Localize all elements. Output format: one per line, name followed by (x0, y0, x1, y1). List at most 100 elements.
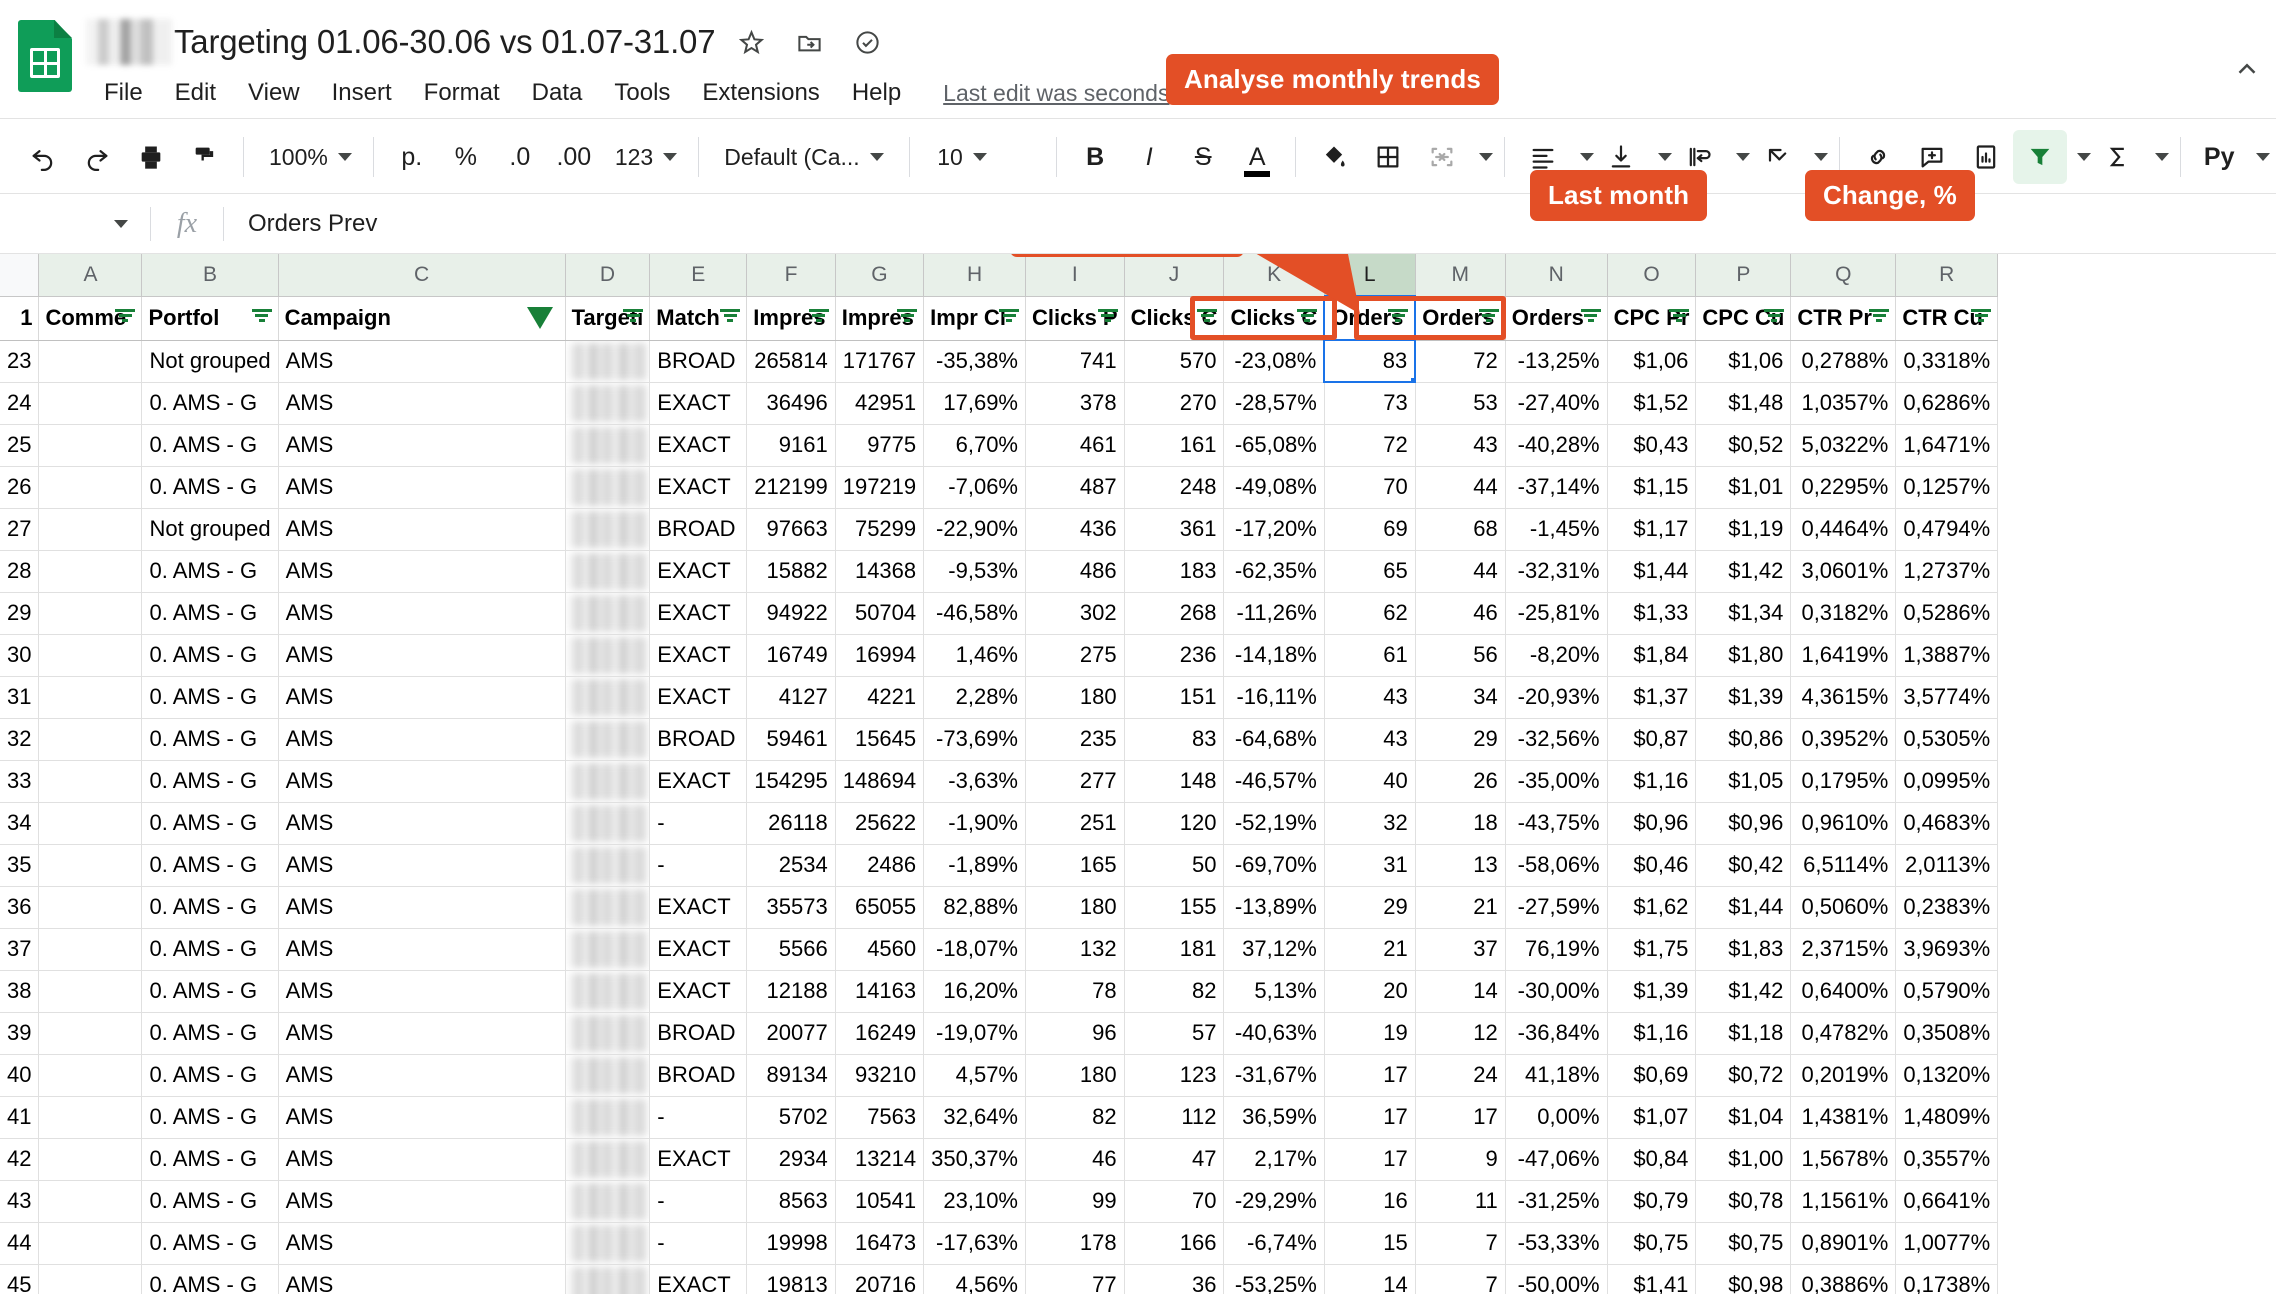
menu-help[interactable]: Help (836, 75, 917, 111)
cell-ctr-cur[interactable]: 0,5790% (1896, 970, 1998, 1012)
field-header-comments[interactable]: Commе (39, 296, 142, 340)
cell-match[interactable]: BROAD (650, 718, 747, 760)
cell-impr-change[interactable]: 4,57% (924, 1054, 1026, 1096)
chevron-down-icon[interactable] (1479, 153, 1493, 161)
filter-icon[interactable] (719, 309, 741, 327)
cell-impressions-cur[interactable]: 75299 (835, 508, 923, 550)
cell-impressions-cur[interactable]: 50704 (835, 592, 923, 634)
filter-icon[interactable] (1097, 309, 1119, 327)
cell-impr-change[interactable]: 350,37% (924, 1138, 1026, 1180)
cell-campaign-detail[interactable] (565, 1264, 650, 1294)
cell-orders-change[interactable]: -47,06% (1505, 1138, 1607, 1180)
cell-ctr-cur[interactable]: 0,6641% (1896, 1180, 1998, 1222)
menu-file[interactable]: File (88, 75, 159, 111)
cell-clicks-change[interactable]: -11,26% (1224, 592, 1324, 634)
cell-cpc-cur[interactable]: $1,83 (1696, 928, 1791, 970)
cell-orders-change[interactable]: -40,28% (1505, 424, 1607, 466)
cell-cpc-cur[interactable]: $1,39 (1696, 676, 1791, 718)
filter-icon[interactable] (114, 309, 136, 327)
cell-impressions-prev[interactable]: 89134 (747, 1054, 835, 1096)
cell-impressions-cur[interactable]: 13214 (835, 1138, 923, 1180)
cell-impressions-prev[interactable]: 19813 (747, 1264, 835, 1294)
cell-clicks-cur[interactable]: 57 (1124, 1012, 1224, 1054)
cell-impr-change[interactable]: 2,28% (924, 676, 1026, 718)
field-header-targeting[interactable]: Targeti (565, 296, 650, 340)
cell-campaign[interactable]: AMS (278, 1138, 565, 1180)
cell-comments[interactable] (39, 592, 142, 634)
cell-impressions-cur[interactable]: 10541 (835, 1180, 923, 1222)
field-header-portfolio[interactable]: Portfol (142, 296, 278, 340)
col-header-R[interactable]: R (1896, 254, 1998, 296)
field-header-impr-change[interactable]: Impr Cl (924, 296, 1026, 340)
cell-impressions-cur[interactable]: 14368 (835, 550, 923, 592)
cell-clicks-prev[interactable]: 436 (1026, 508, 1125, 550)
cell-ctr-cur[interactable]: 2,0113% (1896, 844, 1998, 886)
create-filter-icon[interactable] (2013, 130, 2067, 184)
cell-clicks-change[interactable]: -13,89% (1224, 886, 1324, 928)
cell-impr-change[interactable]: 17,69% (924, 382, 1026, 424)
table-row[interactable]: 310. AMS - GAMSEXACT412742212,28%180151-… (0, 676, 1998, 718)
cell-clicks-cur[interactable]: 270 (1124, 382, 1224, 424)
more-formats-button[interactable]: 123 (601, 130, 687, 184)
cell-impr-change[interactable]: 32,64% (924, 1096, 1026, 1138)
cell-comments[interactable] (39, 1264, 142, 1294)
cell-ctr-cur[interactable]: 1,6471% (1896, 424, 1998, 466)
col-header-F[interactable]: F (747, 254, 835, 296)
cell-comments[interactable] (39, 928, 142, 970)
row-header[interactable]: 26 (0, 466, 39, 508)
cell-campaign-detail[interactable] (565, 1054, 650, 1096)
cell-ctr-prev[interactable]: 1,1561% (1791, 1180, 1896, 1222)
cell-cpc-cur[interactable]: $0,86 (1696, 718, 1791, 760)
cell-clicks-prev[interactable]: 235 (1026, 718, 1125, 760)
cell-orders-cur[interactable]: 13 (1415, 844, 1505, 886)
cell-portfolio[interactable]: 0. AMS - G (142, 1180, 278, 1222)
cell-campaign[interactable]: AMS (278, 928, 565, 970)
row-header[interactable]: 31 (0, 676, 39, 718)
cell-campaign-detail[interactable] (565, 382, 650, 424)
cell-campaign-detail[interactable] (565, 1138, 650, 1180)
cell-campaign-detail[interactable] (565, 760, 650, 802)
cell-ctr-prev[interactable]: 0,5060% (1791, 886, 1896, 928)
cell-orders-change[interactable]: -35,00% (1505, 760, 1607, 802)
cell-clicks-change[interactable]: 2,17% (1224, 1138, 1324, 1180)
cell-portfolio[interactable]: 0. AMS - G (142, 886, 278, 928)
cell-comments[interactable] (39, 886, 142, 928)
cell-clicks-prev[interactable]: 99 (1026, 1180, 1125, 1222)
cell-campaign-detail[interactable] (565, 424, 650, 466)
field-header-ctr-cur[interactable]: CTR Cu (1896, 296, 1998, 340)
field-header-cpc-cur[interactable]: CPC Cu (1696, 296, 1791, 340)
cell-ctr-cur[interactable]: 0,1320% (1896, 1054, 1998, 1096)
cell-cpc-prev[interactable]: $1,17 (1607, 508, 1696, 550)
cell-cpc-prev[interactable]: $1,16 (1607, 760, 1696, 802)
cell-portfolio[interactable]: 0. AMS - G (142, 1222, 278, 1264)
cell-portfolio[interactable]: 0. AMS - G (142, 592, 278, 634)
col-header-J[interactable]: J (1124, 254, 1224, 296)
cell-ctr-cur[interactable]: 0,3508% (1896, 1012, 1998, 1054)
cell-portfolio[interactable]: 0. AMS - G (142, 1096, 278, 1138)
cell-clicks-change[interactable]: -16,11% (1224, 676, 1324, 718)
cell-impr-change[interactable]: -73,69% (924, 718, 1026, 760)
row-header[interactable]: 39 (0, 1012, 39, 1054)
cell-orders-change[interactable]: -32,31% (1505, 550, 1607, 592)
cell-impressions-prev[interactable]: 2534 (747, 844, 835, 886)
text-rotation-icon[interactable] (1750, 130, 1804, 184)
cell-ctr-prev[interactable]: 4,3615% (1791, 676, 1896, 718)
cell-comments[interactable] (39, 1054, 142, 1096)
col-header-A[interactable]: A (39, 254, 142, 296)
cell-ctr-prev[interactable]: 0,3952% (1791, 718, 1896, 760)
cell-cpc-prev[interactable]: $1,62 (1607, 886, 1696, 928)
cell-orders-change[interactable]: 0,00% (1505, 1096, 1607, 1138)
cell-clicks-change[interactable]: -6,74% (1224, 1222, 1324, 1264)
cell-match[interactable]: - (650, 844, 747, 886)
cell-orders-cur[interactable]: 56 (1415, 634, 1505, 676)
cell-clicks-change[interactable]: 37,12% (1224, 928, 1324, 970)
row-header[interactable]: 36 (0, 886, 39, 928)
cell-comments[interactable] (39, 634, 142, 676)
cell-cpc-prev[interactable]: $1,44 (1607, 550, 1696, 592)
field-header-impressions-cur[interactable]: Impres (835, 296, 923, 340)
cell-impressions-prev[interactable]: 9161 (747, 424, 835, 466)
undo-icon[interactable] (16, 130, 70, 184)
cell-impressions-cur[interactable]: 25622 (835, 802, 923, 844)
col-header-E[interactable]: E (650, 254, 747, 296)
table-row[interactable]: 410. AMS - GAMS-5702756332,64%8211236,59… (0, 1096, 1998, 1138)
